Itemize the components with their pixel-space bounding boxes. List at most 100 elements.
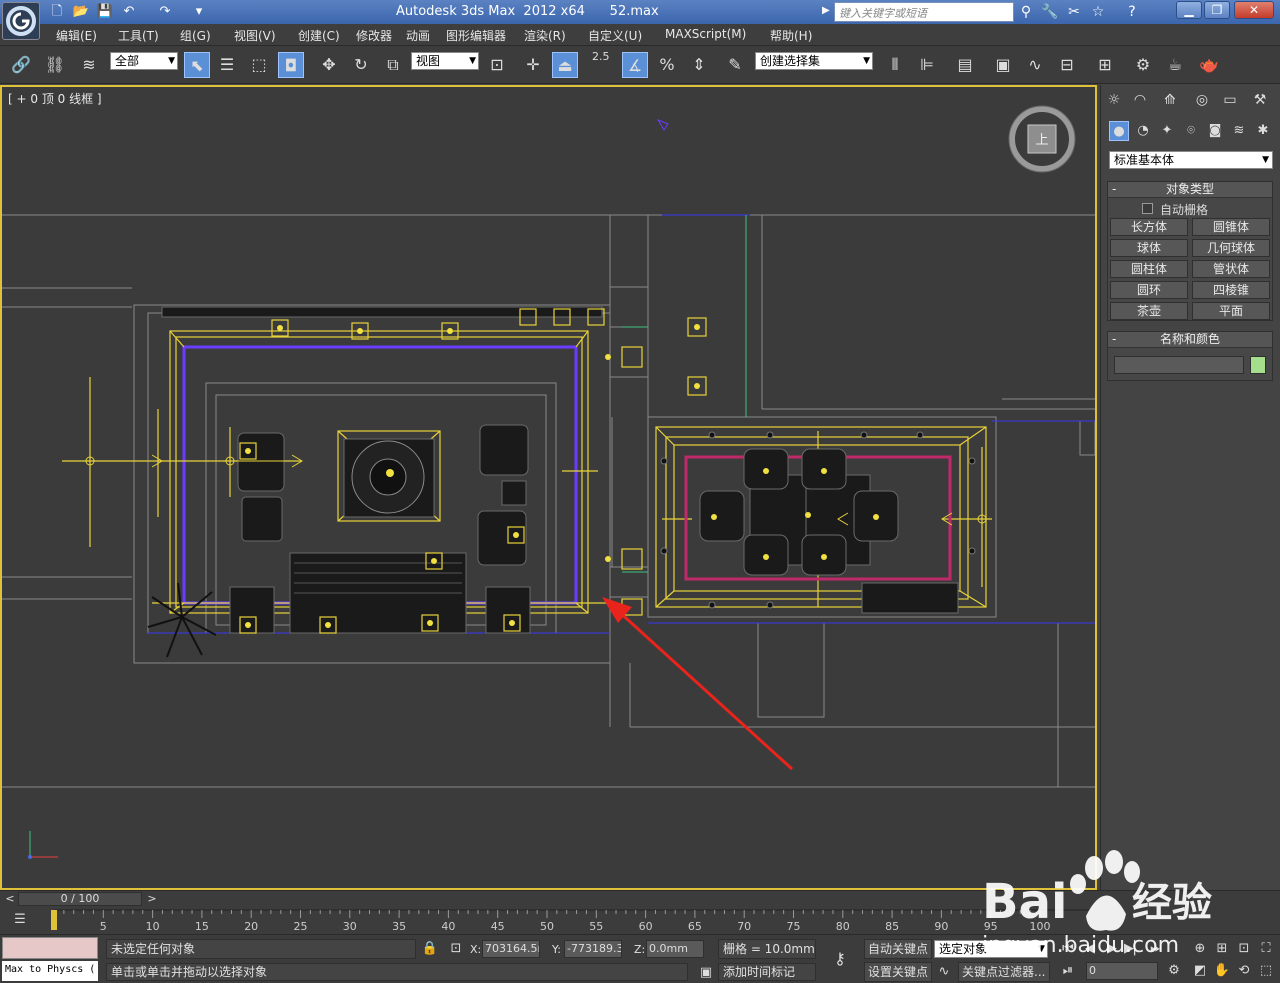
menu-animation[interactable]: 动画: [406, 27, 430, 44]
keyboard-shortcut-override-icon[interactable]: ⏏: [552, 52, 578, 78]
render-production-icon[interactable]: 🫖: [1196, 52, 1222, 78]
menu-tools[interactable]: 工具(T): [118, 27, 159, 44]
field-of-view-icon[interactable]: ◩: [1190, 961, 1210, 981]
cone-button[interactable]: 圆锥体: [1192, 218, 1270, 236]
menu-rendering[interactable]: 渲染(R): [524, 27, 566, 44]
add-time-tag[interactable]: 添加时间标记: [718, 963, 816, 981]
subscription-icon[interactable]: ✂: [1064, 3, 1084, 21]
tube-button[interactable]: 管状体: [1192, 260, 1270, 278]
object-type-rollout-header[interactable]: - 对象类型: [1108, 182, 1272, 198]
new-file-icon[interactable]: 🗋: [48, 3, 66, 21]
lights-icon[interactable]: ✦: [1157, 121, 1177, 141]
search-input[interactable]: 键入关键字或短语: [834, 2, 1014, 22]
bind-space-warp-icon[interactable]: ≋: [76, 52, 102, 78]
maxscript-input[interactable]: Max to Physcs (: [2, 961, 98, 981]
help-icon[interactable]: ?: [1122, 3, 1142, 21]
rectangular-selection-icon[interactable]: ⬚: [246, 52, 272, 78]
schematic-view-icon[interactable]: ⊟: [1054, 52, 1080, 78]
teapot-button[interactable]: 茶壶: [1110, 302, 1188, 320]
curve-editor-icon[interactable]: ∿: [1022, 52, 1048, 78]
maximize-button[interactable]: ❐: [1204, 1, 1230, 19]
menu-edit[interactable]: 编辑(E): [56, 27, 97, 44]
selection-lock-icon[interactable]: 🔒: [420, 939, 440, 959]
close-button[interactable]: ✕: [1234, 1, 1274, 19]
y-coordinate-input[interactable]: -773189.3: [564, 940, 622, 958]
key-filter-curve-icon[interactable]: ∿: [934, 962, 954, 982]
select-and-scale-icon[interactable]: ⧉: [380, 52, 406, 78]
select-by-name-icon[interactable]: ☰: [214, 52, 240, 78]
select-and-manipulate-icon[interactable]: ✛: [520, 52, 546, 78]
viewcube[interactable]: 上: [1008, 105, 1076, 173]
mirror-icon[interactable]: ⫴: [882, 52, 908, 78]
open-file-icon[interactable]: 📂: [72, 3, 90, 21]
selection-filter-dropdown[interactable]: 全部 ▼: [110, 52, 178, 70]
rendered-frame-icon[interactable]: ☕: [1162, 52, 1188, 78]
spinner-snap-icon[interactable]: ⇕: [686, 52, 712, 78]
reference-coordinate-dropdown[interactable]: 视图 ▼: [411, 52, 479, 70]
minimize-button[interactable]: ▁: [1176, 1, 1202, 19]
auto-key-button[interactable]: 自动关键点: [864, 939, 933, 959]
redo-icon[interactable]: ↷: [156, 3, 174, 21]
top-viewport[interactable]: [ + 0 顶 0 线框 ] 上: [0, 85, 1097, 890]
sphere-button[interactable]: 球体: [1110, 239, 1188, 257]
viewport-label[interactable]: [ + 0 顶 0 线框 ]: [8, 90, 102, 107]
current-frame-input[interactable]: 0: [1086, 962, 1158, 980]
geosphere-button[interactable]: 几何球体: [1192, 239, 1270, 257]
autogrid-checkbox[interactable]: [1142, 203, 1153, 214]
menu-create[interactable]: 创建(C): [298, 27, 340, 44]
plane-button[interactable]: 平面: [1192, 302, 1270, 320]
key-filters-button[interactable]: 关键点过滤器...: [958, 962, 1050, 982]
menu-customize[interactable]: 自定义(U): [588, 27, 642, 44]
pyramid-button[interactable]: 四棱锥: [1192, 281, 1270, 299]
select-and-move-icon[interactable]: ✥: [316, 52, 342, 78]
systems-icon[interactable]: ✱: [1253, 121, 1273, 141]
orbit-icon[interactable]: ⟲: [1234, 961, 1254, 981]
time-slider[interactable]: 0 / 100: [18, 892, 142, 906]
object-name-input[interactable]: [1114, 356, 1244, 374]
set-key-button[interactable]: 设置关键点: [864, 962, 933, 982]
select-object-icon[interactable]: ⬉: [184, 52, 210, 78]
time-configuration-icon[interactable]: ⚙: [1164, 961, 1184, 981]
set-key-icon[interactable]: ⚷: [830, 949, 850, 969]
object-color-swatch[interactable]: [1250, 356, 1266, 374]
angle-snap-icon[interactable]: ∡: [622, 52, 648, 78]
menu-views[interactable]: 视图(V): [234, 27, 276, 44]
render-setup-icon[interactable]: ⚙: [1130, 52, 1156, 78]
favorites-star-icon[interactable]: ☆: [1088, 3, 1108, 21]
cylinder-button[interactable]: 圆柱体: [1110, 260, 1188, 278]
percent-snap-icon[interactable]: %: [654, 52, 680, 78]
search-expand-icon[interactable]: ▶: [822, 5, 830, 16]
z-coordinate-input[interactable]: 0.0mm: [646, 940, 704, 958]
display-tab-icon[interactable]: ▭: [1219, 89, 1241, 111]
wrench-icon[interactable]: 🔧: [1040, 3, 1060, 21]
motion-tab-icon[interactable]: ◎: [1191, 89, 1213, 111]
space-warps-icon[interactable]: ≋: [1229, 121, 1249, 141]
hierarchy-tab-icon[interactable]: ⟰: [1159, 89, 1181, 111]
modify-tab-icon[interactable]: ◠: [1129, 89, 1151, 111]
shapes-icon[interactable]: ◔: [1133, 121, 1153, 141]
x-coordinate-input[interactable]: 703164.5m: [482, 940, 540, 958]
use-pivot-center-icon[interactable]: ⊡: [484, 52, 510, 78]
key-mode-toggle-icon[interactable]: ⏯: [1058, 961, 1078, 981]
box-button[interactable]: 长方体: [1110, 218, 1188, 236]
save-icon[interactable]: 💾: [96, 3, 114, 21]
primitive-category-dropdown[interactable]: 标准基本体 ▼: [1109, 151, 1273, 169]
absolute-mode-transform-icon[interactable]: ⊡: [446, 939, 466, 959]
viewcube-face-label[interactable]: 上: [1035, 133, 1048, 148]
edit-named-selection-icon[interactable]: ✎: [722, 52, 748, 78]
menu-group[interactable]: 组(G): [180, 27, 211, 44]
quick-access-dropdown-icon[interactable]: ▾: [190, 3, 208, 21]
named-selection-dropdown[interactable]: 创建选择集 ▼: [755, 52, 873, 70]
geometry-icon[interactable]: ●: [1109, 121, 1129, 141]
menu-maxscript[interactable]: MAXScript(M): [665, 27, 746, 41]
helpers-icon[interactable]: ◙: [1205, 121, 1225, 141]
name-and-color-rollout-header[interactable]: - 名称和颜色: [1108, 332, 1272, 348]
align-icon[interactable]: ⊫: [914, 52, 940, 78]
maximize-viewport-icon[interactable]: ⬚: [1256, 961, 1276, 981]
select-and-link-icon[interactable]: 🔗: [8, 52, 34, 78]
pan-icon[interactable]: ✋: [1212, 961, 1232, 981]
time-tag-icon[interactable]: ▣: [696, 963, 716, 983]
binoculars-icon[interactable]: ⚲: [1016, 3, 1036, 21]
material-editor-icon[interactable]: ⊞: [1092, 52, 1118, 78]
snaps-toggle-icon[interactable]: [594, 52, 620, 78]
